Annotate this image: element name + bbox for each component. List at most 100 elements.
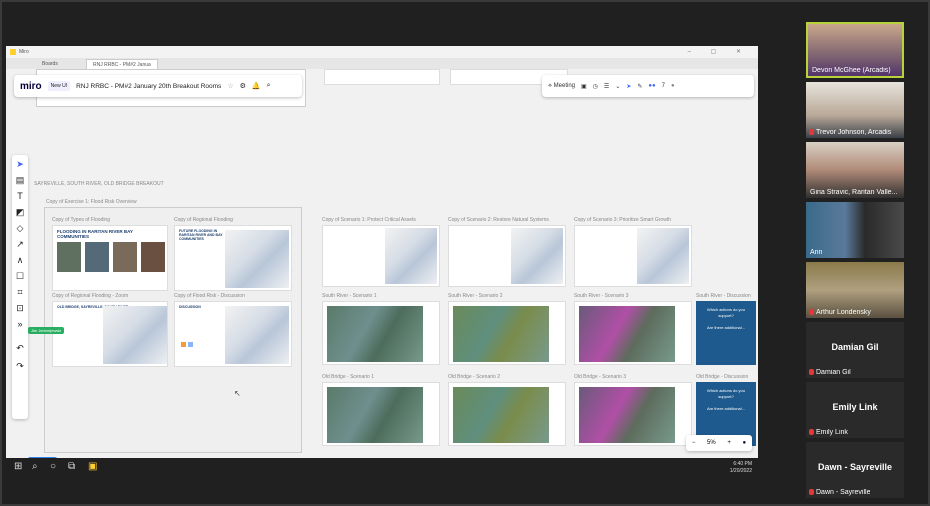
participant-tile[interactable]: Arthur Londensky [806,262,904,318]
zoom-map [103,306,167,364]
participant-tile[interactable]: Devon McGhee (Arcadis) [806,22,904,78]
participant-tile[interactable]: Damian Gil Damian Gil [806,322,904,378]
south-river-label-3: South River - Scenario 3 [574,293,629,299]
template-tool-icon[interactable]: ▤ [12,175,28,186]
muted-mic-icon [809,429,814,435]
pen-icon[interactable]: ✎ [637,83,642,90]
board-name[interactable]: RNJ RRBC - PM#2 January 20th Breakout Ro… [76,83,221,90]
participant-tile[interactable]: Emily Link Emily Link [806,382,904,438]
cursor-tag: Jim Jedrzejewski [28,327,65,334]
sticky-note[interactable] [181,342,186,347]
zoom-level[interactable]: 5% [707,440,716,446]
regional-zoom-card[interactable]: OLD BRIDGE, SAYREVILLE, SOUTH RIVER [52,301,168,367]
more-icon[interactable]: ⌄ [615,83,620,90]
new-ui-badge[interactable]: New UI [47,81,71,91]
meeting-button[interactable]: ⟡ Meeting [548,83,575,90]
satellite-map [579,306,675,362]
star-icon[interactable]: ☆ [227,82,233,90]
flood-risk-discussion-card[interactable]: DISCUSSION [174,301,292,367]
search-icon[interactable]: ⌕ [267,82,271,90]
participant-tile[interactable]: Trevor Johnson, Arcadis [806,82,904,138]
types-of-flooding-card[interactable]: FLOODING IN RARITAN RIVER BAY COMMUNITIE… [52,225,168,291]
settings-icon[interactable]: ⚙ [240,82,246,90]
more-tools-icon[interactable]: » [12,319,28,329]
comment-tool-icon[interactable]: ☐ [12,271,28,282]
flood-photo-1 [57,242,81,272]
window-title: Miro [19,49,29,55]
undo-icon[interactable]: ↶ [12,343,28,354]
south-river-discussion-card[interactable]: Which actions do you support? Are there a… [696,301,756,365]
sticky-note[interactable] [188,342,193,347]
miro-taskbar-icon[interactable]: ▣ [88,461,97,472]
muted-mic-icon [809,489,814,495]
user-avatar-icon[interactable]: ● [671,83,675,89]
participant-display-name: Emily Link [832,402,878,412]
miro-canvas[interactable]: miro New UI RNJ RRBC - PM#2 January 20th… [6,69,758,470]
connector-tool-icon[interactable]: ↗ [12,239,28,250]
windows-start-icon[interactable]: ⊞ [14,461,22,472]
satellite-map [327,306,423,362]
search-icon[interactable]: ⌕ [32,461,38,472]
south-river-card-3[interactable] [574,301,692,365]
south-river-label-2: South River - Scenario 2 [448,293,503,299]
task-view-icon[interactable]: ⧉ [68,461,75,472]
clock-time: 6:40 PM [733,461,752,467]
miro-left-toolbar: ➤ ▤ T ◩ ◇ ↗ ∧ ☐ ⌗ ⊡ » ↶ ↷ [12,155,28,419]
muted-mic-icon [809,369,814,375]
flood-photo-2 [85,242,109,272]
frame-tool-icon[interactable]: ⌗ [12,287,28,298]
participant-name: Ann [810,249,823,256]
cortana-icon[interactable]: ○ [50,461,56,472]
participant-tile[interactable]: Dawn - Sayreville Dawn - Sayreville [806,442,904,498]
participant-name: Arthur Londensky [816,309,871,316]
scenario-copy-card-3[interactable] [574,225,692,287]
window-controls[interactable]: – ▢ ✕ [688,48,750,55]
scenario-copy-label-2: Copy of Scenario 2: Restore Natural Syst… [448,217,549,223]
old-bridge-card-2[interactable] [448,382,566,446]
sticky-note-icon[interactable]: ◩ [12,207,28,218]
text-tool-icon[interactable]: T [12,191,28,201]
section-title: SAYREVILLE, SOUTH RIVER, OLD BRIDGE BREA… [34,181,164,187]
present-icon[interactable]: ▣ [581,83,587,90]
shapes-tool-icon[interactable]: ◇ [12,223,28,234]
regional-heading: FUTURE FLOODING IN RARITAN RIVER AND BAY… [179,229,223,241]
scenario-copy-label-1: Copy of Scenario 1: Protect Critical Ass… [322,217,416,223]
participant-tile[interactable]: Ann [806,202,904,258]
scenario-copy-card-2[interactable] [448,225,566,287]
old-bridge-card-3[interactable] [574,382,692,446]
satellite-map [579,387,675,443]
scenario-map [511,228,563,284]
tab-board[interactable]: RNJ RRBC - PM#2 Janua [86,59,158,69]
select-tool-icon[interactable]: ➤ [12,159,28,170]
miro-logo[interactable]: miro [20,81,42,92]
avatars[interactable]: ●● [648,83,655,89]
notes-icon[interactable]: ☰ [604,83,609,90]
timer-icon[interactable]: ◷ [593,83,598,90]
meeting-label: Meeting [553,82,575,89]
tab-boards[interactable]: Boards [36,59,64,69]
south-river-card-2[interactable] [448,301,566,365]
mouse-cursor-icon: ↖ [234,389,241,398]
south-river-card-1[interactable] [322,301,440,365]
redo-icon[interactable]: ↷ [12,361,28,372]
participant-tile[interactable]: Gina Stravic, Raritan Valle... [806,142,904,198]
muted-mic-icon [809,129,814,135]
zoom-in-button[interactable]: + [727,440,731,446]
pen-tool-icon[interactable]: ∧ [12,255,28,266]
scenario-map [637,228,689,284]
old-bridge-card-1[interactable] [322,382,440,446]
reactions-icon[interactable]: ➤ [626,83,631,90]
zoom-out-button[interactable]: − [692,440,696,446]
old-bridge-label-2: Old Bridge - Scenario 2 [448,374,500,380]
bell-icon[interactable]: 🔔 [252,82,261,90]
regional-flooding-card[interactable]: FUTURE FLOODING IN RARITAN RIVER AND BAY… [174,225,292,291]
card-label-zoom: Copy of Regional Flooding - Zoom [52,293,129,299]
help-icon[interactable]: ● [743,440,747,446]
upload-tool-icon[interactable]: ⊡ [12,303,28,314]
flood-photo-4 [141,242,165,272]
frame-top-1 [324,69,440,85]
scenario-copy-card-1[interactable] [322,225,440,287]
clock[interactable]: 6:40 PM 1/20/2022 [730,461,752,475]
participant-display-name: Damian Gil [831,342,879,352]
windows-taskbar: ⊞ ⌕ ○ ⧉ ▣ 6:40 PM 1/20/2022 [6,458,758,478]
